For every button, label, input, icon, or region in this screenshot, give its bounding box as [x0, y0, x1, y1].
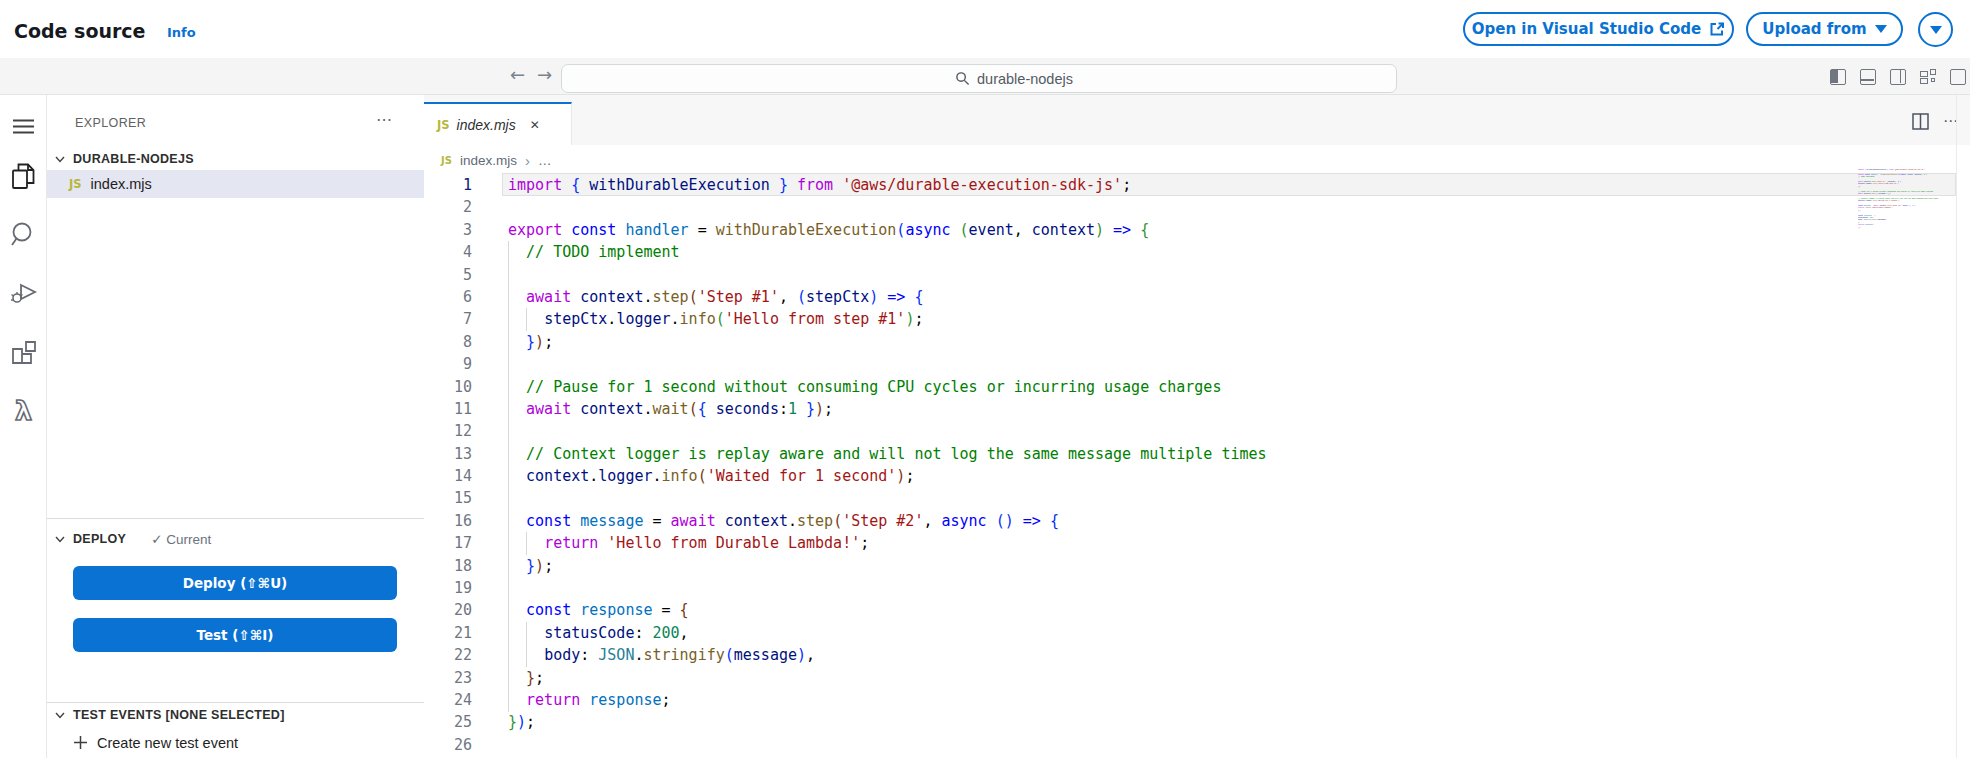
toggle-left-panel-icon[interactable]: [1830, 69, 1846, 85]
menu-icon[interactable]: [0, 118, 47, 135]
extensions-icon[interactable]: [0, 337, 47, 367]
chevron-down-icon: [54, 533, 66, 545]
explorer-files-icon[interactable]: [0, 161, 47, 192]
deploy-button[interactable]: Deploy (⇧⌘U): [73, 566, 397, 600]
page-title: Code source: [14, 20, 146, 42]
breadcrumb-symbol[interactable]: …: [538, 153, 552, 168]
search-text: durable-nodejs: [977, 71, 1073, 87]
caret-down-icon: [1875, 25, 1887, 33]
nav-forward-icon[interactable]: →: [537, 64, 552, 85]
create-test-event-button[interactable]: Create new test event: [73, 731, 238, 754]
split-editor-icon[interactable]: [1912, 113, 1929, 130]
deploy-status-label: Current: [166, 532, 211, 547]
create-test-event-label: Create new test event: [97, 735, 238, 751]
tab-bar: [424, 95, 1970, 145]
breadcrumb-separator: ›: [525, 152, 530, 169]
toggle-right-panel-icon[interactable]: [1890, 69, 1906, 85]
js-file-icon: JS: [437, 118, 450, 132]
line-numbers-gutter: 1234567891011121314151617181920212223242…: [424, 174, 472, 756]
plus-icon: [73, 735, 88, 750]
folder-durable-nodejs[interactable]: DURABLE-NODEJS: [54, 147, 194, 170]
test-button[interactable]: Test (⇧⌘I): [73, 618, 397, 652]
check-icon: ✓: [151, 532, 162, 547]
section-divider: [47, 702, 424, 703]
js-file-icon: JS: [69, 177, 82, 191]
tab-label: index.mjs: [457, 117, 516, 133]
test-events-section-label: TEST EVENTS [NONE SELECTED]: [73, 708, 285, 722]
activity-bar: [0, 95, 47, 758]
test-events-section-header[interactable]: TEST EVENTS [NONE SELECTED]: [54, 705, 285, 725]
run-debug-icon[interactable]: [0, 277, 47, 307]
info-link[interactable]: Info: [167, 25, 196, 40]
editor-right-border: [1956, 95, 1957, 758]
file-label: index.mjs: [91, 176, 152, 192]
deploy-section-label: DEPLOY: [73, 532, 126, 546]
search-sidebar-icon[interactable]: [0, 220, 47, 250]
explorer-more-actions-icon[interactable]: ⋯: [376, 110, 393, 129]
nav-back-icon[interactable]: ←: [510, 64, 525, 85]
deploy-section-header[interactable]: DEPLOY ✓ Current: [54, 528, 211, 550]
chevron-down-icon: [54, 153, 66, 165]
explorer-title: EXPLORER: [75, 116, 146, 130]
code-editor[interactable]: import { withDurableExecution } from '@a…: [508, 174, 1267, 756]
command-search-input[interactable]: durable-nodejs: [561, 64, 1397, 93]
customize-layout-icon[interactable]: [1920, 69, 1936, 85]
lambda-icon[interactable]: λ: [0, 396, 47, 426]
tab-index-mjs[interactable]: JS index.mjs ✕: [424, 102, 572, 145]
deploy-status: ✓ Current: [151, 531, 211, 547]
toggle-bottom-panel-icon[interactable]: [1860, 69, 1876, 85]
minimap[interactable]: import { withDurableExecution } from '@a…: [1858, 168, 1954, 238]
extra-panel-icon[interactable]: [1950, 69, 1966, 85]
folder-label: DURABLE-NODEJS: [73, 152, 194, 166]
lambda-code-source-page: Code source Info Open in Visual Studio C…: [0, 0, 1970, 758]
chevron-down-icon: [54, 709, 66, 721]
close-tab-icon[interactable]: ✕: [530, 118, 540, 132]
more-actions-dropdown-button[interactable]: [1918, 12, 1953, 47]
search-icon: [955, 71, 970, 86]
breadcrumb: JS index.mjs › …: [441, 152, 551, 169]
caret-down-icon: [1930, 26, 1942, 34]
breadcrumb-file[interactable]: index.mjs: [460, 153, 517, 168]
file-index-mjs[interactable]: JS index.mjs: [47, 170, 424, 198]
upload-from-button[interactable]: Upload from: [1746, 12, 1903, 46]
open-in-vscode-label: Open in Visual Studio Code: [1472, 20, 1701, 38]
upload-from-label: Upload from: [1762, 20, 1866, 38]
js-file-icon: JS: [441, 155, 452, 166]
open-in-vscode-button[interactable]: Open in Visual Studio Code: [1463, 12, 1734, 46]
external-link-icon: [1709, 21, 1725, 37]
section-divider: [47, 518, 424, 519]
